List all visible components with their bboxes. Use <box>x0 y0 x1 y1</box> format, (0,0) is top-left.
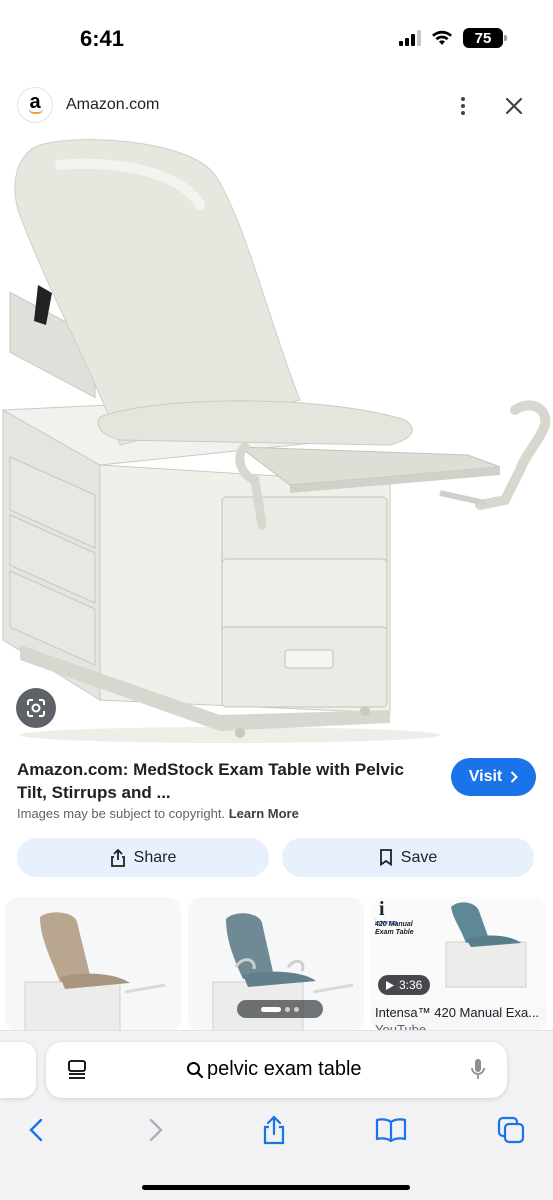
related-image-beige-table <box>24 912 166 1032</box>
tabs-icon <box>497 1116 525 1144</box>
visit-label: Visit <box>468 768 503 785</box>
chevron-right-icon <box>511 771 519 783</box>
lens-icon <box>27 699 45 717</box>
share-icon <box>110 848 125 867</box>
image-carousel-indicator <box>237 1000 323 1018</box>
thumb-caption: 420 Manual Exam Table <box>375 921 414 937</box>
logo-smile <box>29 109 43 114</box>
share-icon <box>263 1115 285 1145</box>
back-button[interactable] <box>20 1114 52 1146</box>
wifi-icon <box>432 30 452 45</box>
thumb-caption-line: Exam Table <box>375 929 414 936</box>
copyright-text: Images may be subject to copyright. <box>17 806 226 821</box>
battery-indicator: 75 <box>463 28 507 48</box>
address-text[interactable]: pelvic exam table <box>186 1058 362 1081</box>
amazon-logo-icon[interactable]: a <box>17 87 53 123</box>
related-card[interactable] <box>5 897 181 1032</box>
video-duration-badge: 3:36 <box>378 975 431 995</box>
source-name[interactable]: Amazon.com <box>66 96 159 114</box>
related-caption[interactable]: Intensa™ 420 Manual Exa... <box>375 1005 547 1020</box>
result-title[interactable]: Amazon.com: MedStock Exam Table with Pel… <box>17 758 437 804</box>
google-lens-button[interactable] <box>16 688 56 728</box>
book-icon <box>375 1118 407 1143</box>
status-time: 6:41 <box>80 26 125 51</box>
svg-text:i: i <box>379 898 385 920</box>
chevron-right-icon <box>149 1118 163 1142</box>
more-options-button[interactable] <box>452 94 474 118</box>
status-bar: 6:41 75 <box>0 0 553 70</box>
tabs-button[interactable] <box>495 1114 527 1146</box>
chevron-left-icon <box>29 1118 43 1142</box>
home-indicator <box>142 1185 410 1190</box>
bookmark-icon <box>379 849 392 866</box>
forward-button[interactable] <box>140 1114 172 1146</box>
close-icon[interactable] <box>502 94 526 118</box>
previous-tab-preview[interactable] <box>0 1042 36 1098</box>
main-image-exam-table[interactable] <box>0 135 553 745</box>
share-label: Share <box>133 848 177 866</box>
video-duration: 3:36 <box>399 978 423 992</box>
visit-button[interactable]: Visit <box>451 758 536 796</box>
learn-more-link[interactable]: Learn More <box>229 806 299 821</box>
status-icons: 75 <box>399 28 507 48</box>
thumb-caption-line: 420 Manual <box>375 921 413 928</box>
cellular-signal-icon <box>399 30 421 46</box>
search-icon <box>187 1061 204 1078</box>
bookmarks-button[interactable] <box>375 1114 407 1146</box>
save-label: Save <box>400 848 438 866</box>
microphone-icon[interactable] <box>470 1058 486 1082</box>
save-button[interactable]: Save <box>282 838 534 877</box>
address-bar[interactable]: pelvic exam table <box>46 1042 507 1098</box>
page-menu-icon[interactable] <box>66 1059 88 1081</box>
address-query: pelvic exam table <box>207 1058 362 1080</box>
share-page-button[interactable] <box>258 1114 290 1146</box>
source-header: a Amazon.com <box>0 80 553 132</box>
play-icon <box>386 980 394 990</box>
share-button[interactable]: Share <box>17 838 269 877</box>
copyright-note: Images may be subject to copyright. Lear… <box>17 806 299 821</box>
